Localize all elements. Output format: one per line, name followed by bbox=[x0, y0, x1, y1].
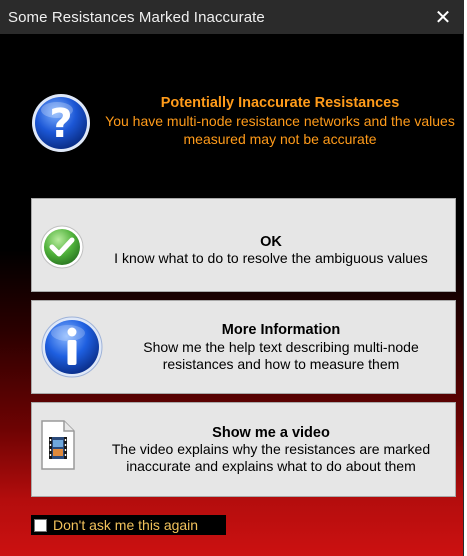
question-icon: ? bbox=[32, 94, 90, 152]
show-video-button[interactable]: Show me a video The video explains why t… bbox=[31, 402, 456, 497]
title-bar[interactable]: Some Resistances Marked Inaccurate ✕ bbox=[0, 0, 464, 34]
show-video-title: Show me a video bbox=[212, 425, 330, 441]
show-video-description: The video explains why the resistances a… bbox=[111, 441, 431, 474]
ok-description: I know what to do to resolve the ambiguo… bbox=[114, 250, 428, 266]
video-file-icon bbox=[41, 420, 75, 470]
more-information-description: Show me the help text describing multi-n… bbox=[143, 339, 419, 372]
svg-text:?: ? bbox=[49, 101, 72, 147]
dont-ask-label[interactable]: Don't ask me this again bbox=[53, 517, 198, 533]
window-title: Some Resistances Marked Inaccurate bbox=[8, 8, 265, 26]
ok-title: OK bbox=[260, 234, 282, 250]
more-information-button[interactable]: More Information Show me the help text d… bbox=[31, 300, 456, 394]
header-text: Potentially Inaccurate Resistances You h… bbox=[102, 95, 458, 148]
checkmark-icon bbox=[40, 225, 84, 269]
header-message: You have multi-node resistance networks … bbox=[105, 113, 455, 147]
more-information-title: More Information bbox=[221, 322, 341, 338]
dont-ask-checkbox[interactable] bbox=[34, 518, 47, 532]
dialog-window: Some Resistances Marked Inaccurate ✕ ? P… bbox=[0, 0, 464, 556]
ok-button[interactable]: OK I know what to do to resolve the ambi… bbox=[31, 198, 456, 292]
dialog-header: ? Potentially Inaccurate Resistances You… bbox=[30, 88, 460, 158]
close-icon[interactable]: ✕ bbox=[428, 2, 458, 32]
header-title: Potentially Inaccurate Resistances bbox=[160, 95, 400, 111]
dont-ask-checkbox-row[interactable]: Don't ask me this again bbox=[31, 515, 226, 535]
info-icon bbox=[41, 316, 103, 378]
